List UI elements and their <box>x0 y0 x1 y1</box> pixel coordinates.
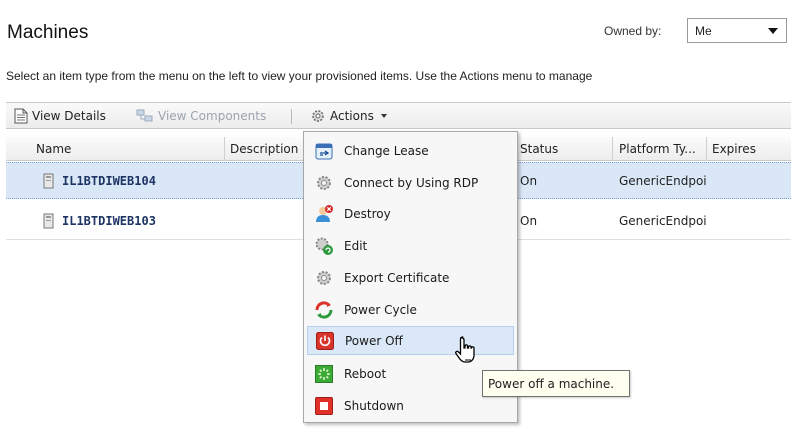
intro-text: Select an item type from the menu on the… <box>6 69 593 83</box>
view-details-button[interactable]: View Details <box>14 108 106 124</box>
shutdown-icon <box>314 396 334 416</box>
destroy-icon <box>314 204 334 224</box>
caret-down-icon <box>380 114 387 118</box>
column-divider <box>706 137 707 161</box>
menu-item-connect-rdp[interactable]: Connect by Using RDP <box>307 168 514 197</box>
platform-type-cell: GenericEndpoi <box>619 214 707 228</box>
machine-icon <box>43 213 54 229</box>
machine-name: IL1BTDIWEB104 <box>62 174 156 188</box>
tooltip: Power off a machine. <box>482 370 630 397</box>
menu-item-label: Reboot <box>344 366 387 381</box>
view-components-button[interactable]: View Components <box>136 108 266 124</box>
column-divider <box>612 137 613 161</box>
menu-item-label: Power Off <box>345 333 403 348</box>
menu-item-label: Edit <box>344 238 368 253</box>
gear-icon <box>314 268 334 288</box>
chevron-down-icon <box>768 28 778 34</box>
menu-item-edit[interactable]: Edit <box>307 231 514 260</box>
gear-icon <box>312 110 324 122</box>
status-cell: On <box>520 214 538 228</box>
menu-item-power-off[interactable]: Power Off <box>307 326 514 355</box>
view-details-label: View Details <box>32 109 106 123</box>
menu-item-change-lease[interactable]: Change Lease <box>307 136 514 165</box>
menu-item-export-certificate[interactable]: Export Certificate <box>307 263 514 292</box>
menu-item-label: Connect by Using RDP <box>344 175 479 190</box>
toolbar-separator <box>291 109 292 124</box>
menu-item-power-cycle[interactable]: Power Cycle <box>307 295 514 324</box>
column-divider <box>224 137 225 161</box>
owned-by-value: Me <box>695 24 712 38</box>
calendar-icon <box>314 141 334 161</box>
menu-item-label: Destroy <box>344 206 391 221</box>
menu-item-label: Change Lease <box>344 143 429 158</box>
menu-item-label: Power Cycle <box>344 302 417 317</box>
column-platform-type[interactable]: Platform Ty... <box>619 142 696 156</box>
reboot-icon <box>314 364 334 384</box>
actions-label: Actions <box>330 109 374 123</box>
machine-name-cell[interactable]: IL1BTDIWEB103 <box>42 213 156 229</box>
edit-icon <box>314 236 334 256</box>
hand-cursor-icon <box>455 336 475 363</box>
document-icon <box>14 108 28 124</box>
gear-icon <box>314 173 334 193</box>
column-name[interactable]: Name <box>36 142 71 156</box>
owned-by-select[interactable]: Me <box>687 18 787 43</box>
view-components-label: View Components <box>158 109 267 123</box>
menu-item-destroy[interactable]: Destroy <box>307 199 514 228</box>
column-expires[interactable]: Expires <box>712 142 756 156</box>
components-icon <box>136 109 153 122</box>
machine-name-cell[interactable]: IL1BTDIWEB104 <box>42 173 156 189</box>
menu-item-label: Shutdown <box>344 398 404 413</box>
menu-item-label: Export Certificate <box>344 270 450 285</box>
toolbar: View Details View Components Actions <box>6 102 791 129</box>
power-cycle-icon <box>314 300 334 320</box>
column-status[interactable]: Status <box>520 142 558 156</box>
machine-name: IL1BTDIWEB103 <box>62 214 156 228</box>
platform-type-cell: GenericEndpoi <box>619 174 707 188</box>
power-off-icon <box>315 331 335 351</box>
page-title: Machines <box>7 22 89 43</box>
owned-by-label: Owned by: <box>604 24 662 38</box>
column-description[interactable]: Description <box>230 142 298 156</box>
actions-button[interactable]: Actions <box>310 108 387 124</box>
machine-icon <box>43 173 54 189</box>
status-cell: On <box>520 174 538 188</box>
